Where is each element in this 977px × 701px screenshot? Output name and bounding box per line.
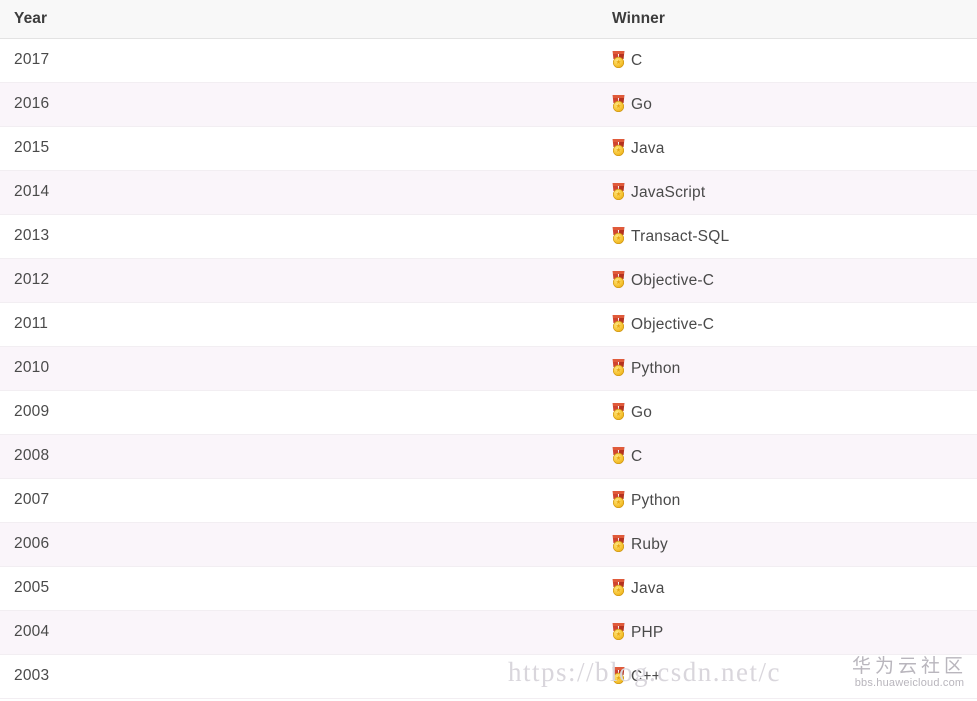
cell-winner: Python <box>598 478 977 523</box>
medal-icon <box>612 490 625 508</box>
cell-year: 2017 <box>0 38 598 83</box>
cell-year: 2003 <box>0 654 598 699</box>
cell-winner: Python <box>598 346 977 391</box>
cell-winner: Objective-C <box>598 258 977 303</box>
language-of-the-year-table: Year Winner 2017 C 2016 Go 2015 Java 2014 JavaS… <box>0 0 977 699</box>
cell-winner: Java <box>598 566 977 611</box>
winner-label: PHP <box>631 623 664 641</box>
winner-label: Java <box>631 139 665 157</box>
medal-icon <box>612 534 625 552</box>
cell-year: 2011 <box>0 302 598 347</box>
table-row[interactable]: 2011 Objective-C <box>0 302 977 347</box>
winner-label: Objective-C <box>631 271 715 289</box>
winner-label: Go <box>631 403 653 421</box>
table-row[interactable]: 2010 Python <box>0 346 977 391</box>
cell-year: 2009 <box>0 390 598 435</box>
medal-icon <box>612 446 625 464</box>
medal-icon <box>612 402 625 420</box>
table-row[interactable]: 2012 Objective-C <box>0 258 977 303</box>
table-row[interactable]: 2009 Go <box>0 390 977 435</box>
cell-winner: JavaScript <box>598 170 977 215</box>
table-row[interactable]: 2003 C++ <box>0 654 977 699</box>
winner-label: Python <box>631 491 681 509</box>
winner-label: C <box>631 447 643 465</box>
cell-winner: Go <box>598 390 977 435</box>
cell-year: 2008 <box>0 434 598 479</box>
table-row[interactable]: 2007 Python <box>0 478 977 523</box>
cell-winner: Transact-SQL <box>598 214 977 259</box>
cell-winner: Ruby <box>598 522 977 567</box>
cell-year: 2004 <box>0 610 598 655</box>
medal-icon <box>612 314 625 332</box>
medal-icon <box>612 578 625 596</box>
cell-winner: Go <box>598 82 977 127</box>
table-header: Year Winner <box>0 0 977 39</box>
cell-year: 2005 <box>0 566 598 611</box>
winner-label: Ruby <box>631 535 668 553</box>
winner-label: Python <box>631 359 681 377</box>
cell-winner: PHP <box>598 610 977 655</box>
table-row[interactable]: 2017 C <box>0 38 977 83</box>
medal-icon <box>612 50 625 68</box>
medal-icon <box>612 138 625 156</box>
medal-icon <box>612 270 625 288</box>
table-row[interactable]: 2008 C <box>0 434 977 479</box>
cell-year: 2015 <box>0 126 598 171</box>
table-row[interactable]: 2013 Transact-SQL <box>0 214 977 259</box>
table-row[interactable]: 2016 Go <box>0 82 977 127</box>
cell-year: 2006 <box>0 522 598 567</box>
cell-winner: Java <box>598 126 977 171</box>
winner-label: C <box>631 51 643 69</box>
table-body: 2017 C 2016 Go 2015 Java 2014 JavaScript 2013 Tra… <box>0 38 977 699</box>
medal-icon <box>612 94 625 112</box>
cell-year: 2007 <box>0 478 598 523</box>
table-row[interactable]: 2006 Ruby <box>0 522 977 567</box>
winner-label: C++ <box>631 667 661 685</box>
table-header-row: Year Winner <box>0 0 977 39</box>
column-header-year[interactable]: Year <box>0 0 598 39</box>
winner-label: Transact-SQL <box>631 227 730 245</box>
cell-winner: C <box>598 434 977 479</box>
cell-year: 2016 <box>0 82 598 127</box>
cell-year: 2010 <box>0 346 598 391</box>
table-row[interactable]: 2004 PHP <box>0 610 977 655</box>
medal-icon <box>612 182 625 200</box>
column-header-winner[interactable]: Winner <box>598 0 977 39</box>
cell-winner: C++ <box>598 654 977 699</box>
cell-year: 2014 <box>0 170 598 215</box>
cell-winner: Objective-C <box>598 302 977 347</box>
winner-label: JavaScript <box>631 183 706 201</box>
table-row[interactable]: 2015 Java <box>0 126 977 171</box>
medal-icon <box>612 666 625 684</box>
table-row[interactable]: 2014 JavaScript <box>0 170 977 215</box>
cell-year: 2013 <box>0 214 598 259</box>
medal-icon <box>612 226 625 244</box>
winner-label: Objective-C <box>631 315 715 333</box>
winner-label: Java <box>631 579 665 597</box>
winner-label: Go <box>631 95 653 113</box>
cell-year: 2012 <box>0 258 598 303</box>
medal-icon <box>612 358 625 376</box>
cell-winner: C <box>598 38 977 83</box>
table-row[interactable]: 2005 Java <box>0 566 977 611</box>
winners-table-page: Year Winner 2017 C 2016 Go 2015 Java 2014 JavaS… <box>0 0 977 701</box>
medal-icon <box>612 622 625 640</box>
